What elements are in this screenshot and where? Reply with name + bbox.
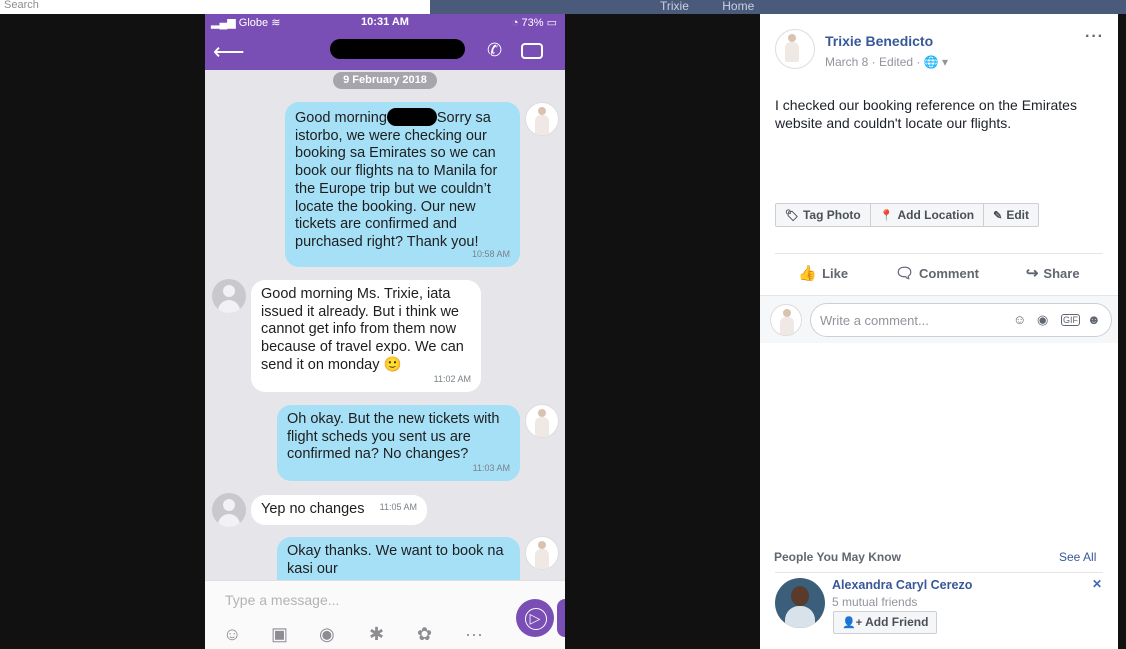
divider (775, 253, 1103, 254)
browser-topbar: Search Trixie Home (0, 0, 1126, 14)
see-all-link[interactable]: See All (1059, 550, 1096, 564)
share-button[interactable]: ↪ Share (1026, 262, 1080, 286)
message-bubble: Good morning Sorry sa istorbo, we were ch… (285, 102, 520, 267)
tag-photo-button[interactable]: 🏷 Tag Photo (776, 204, 871, 226)
speech-bubble-icon: 🗨 (894, 265, 915, 282)
message-composer: Type a message... ▷ ☺ ▣ ◉ ✱ ✿ ··· (205, 580, 565, 649)
date-separator: 9 February 2018 (333, 72, 437, 89)
close-icon[interactable]: ✕ (1092, 577, 1102, 591)
message-time: 11:02 AM (433, 374, 471, 385)
mutual-friends[interactable]: 5 mutual friends (832, 595, 917, 609)
status-bar: ▂▄▆ Globe ≋ 10:31 AM ◔ 73% ▭ (205, 16, 565, 30)
avatar (212, 279, 246, 313)
add-friend-icon: 👤+ (842, 617, 863, 629)
comment-button[interactable]: 🗨 Comment (895, 262, 979, 286)
author-avatar[interactable] (775, 29, 815, 69)
battery-indicator: ◔ 73% ▭ (511, 17, 557, 29)
message-bubble: Good morning Ms. Trixie, iata issued it … (251, 280, 481, 392)
camera-icon[interactable]: ◉ (319, 624, 335, 645)
share-arrow-icon: ↪ (1025, 265, 1039, 282)
location-pin-icon: 📍 (879, 210, 894, 222)
nav-profile-link[interactable]: Trixie (660, 0, 689, 13)
like-button[interactable]: 👍 Like (798, 262, 848, 286)
sticker-icon[interactable]: ☻ (1087, 312, 1101, 327)
comment-composer: Write a comment... ☺ ◉ GIF ☻ (760, 295, 1118, 343)
avatar[interactable] (775, 578, 825, 628)
redacted-name (386, 108, 437, 126)
back-arrow-icon[interactable]: ⟵ (213, 41, 245, 63)
post-meta: March 8 · Edited · 🌐 ▾ (825, 55, 948, 69)
divider (775, 572, 1103, 573)
composer-toolbar: ☺ ▣ ◉ ✱ ✿ ··· (219, 624, 499, 646)
pencil-icon: ✎ (993, 210, 1003, 222)
message-input[interactable]: Type a message... (225, 592, 339, 608)
gif-icon[interactable]: ✿ (417, 624, 432, 645)
pymk-heading: People You May Know (774, 550, 901, 564)
message-time: 11:05 AM (379, 502, 417, 513)
emoji-icon[interactable]: ☺ (1013, 312, 1026, 327)
more-options-icon[interactable]: ··· (1085, 28, 1104, 46)
secondary-button[interactable] (557, 599, 565, 637)
video-call-icon[interactable] (521, 43, 543, 59)
add-location-button[interactable]: 📍 Add Location (871, 204, 985, 226)
edit-button[interactable]: ✎ Edit (984, 204, 1038, 226)
redacted-contact-name (330, 39, 465, 59)
photo-actions-bar: 🏷 Tag Photo 📍 Add Location ✎ Edit (775, 203, 1040, 227)
more-icon[interactable]: ··· (465, 624, 483, 645)
gif-icon[interactable]: GIF (1061, 314, 1080, 326)
author-name[interactable]: Trixie Benedicto (825, 33, 933, 49)
message-time: 11:03 AM (472, 463, 510, 474)
message-bubble: Yep no changes 11:05 AM (251, 495, 427, 525)
avatar (525, 102, 559, 136)
nav-home-link[interactable]: Home (722, 0, 754, 13)
phone-call-icon[interactable]: ✆ (487, 40, 502, 61)
send-button[interactable]: ▷ (516, 599, 554, 637)
avatar (770, 304, 802, 336)
camera-icon[interactable]: ◉ (1037, 312, 1048, 328)
tag-icon: 🏷 (785, 210, 799, 222)
top-nav: Trixie Home (660, 0, 784, 14)
pymk-name[interactable]: Alexandra Caryl Cerezo (832, 578, 972, 592)
avatar (212, 493, 246, 527)
post-sidebar: Trixie Benedicto March 8 · Edited · 🌐 ▾ … (760, 14, 1118, 649)
message-time: 10:58 AM (471, 249, 510, 260)
sticker-icon[interactable]: ☺ (223, 624, 241, 645)
gallery-icon[interactable]: ▣ (271, 624, 288, 645)
post-caption: I checked our booking reference on the E… (775, 97, 1077, 131)
add-friend-button[interactable]: 👤+ Add Friend (833, 611, 938, 634)
reaction-bar: 👍 Like 🗨 Comment ↪ Share (775, 262, 1103, 286)
message-bubble: Oh okay. But the new tickets with flight… (277, 405, 520, 481)
chat-header: ▂▄▆ Globe ≋ 10:31 AM ◔ 73% ▭ ⟵ ✆ (205, 14, 565, 70)
comment-input[interactable]: Write a comment... ☺ ◉ GIF ☻ (810, 303, 1112, 337)
avatar (525, 404, 559, 438)
doodle-icon[interactable]: ✱ (369, 624, 384, 645)
chat-screenshot: ▂▄▆ Globe ≋ 10:31 AM ◔ 73% ▭ ⟵ ✆ 9 Febru… (205, 14, 565, 649)
avatar (525, 536, 559, 570)
search-input[interactable]: Search (0, 0, 430, 14)
thumbs-up-icon: 👍 (798, 265, 818, 282)
